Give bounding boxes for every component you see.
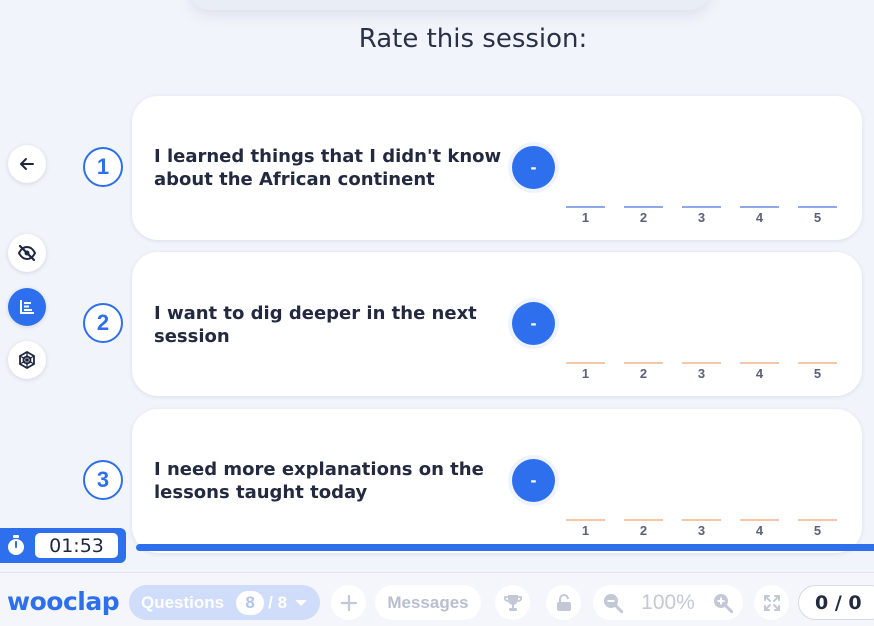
results-view-button[interactable] <box>8 288 46 326</box>
unlock-icon <box>556 593 571 611</box>
scale-item: 1 <box>566 519 605 538</box>
progress-bar <box>136 544 874 551</box>
hide-results-button[interactable] <box>8 234 46 272</box>
scale-item: 3 <box>682 362 721 381</box>
question-card-2: I want to dig deeper in the next session… <box>132 252 862 396</box>
scale-item: 3 <box>682 206 721 225</box>
question-text-1: I learned things that I didn't know abou… <box>154 146 502 190</box>
scale-item: 2 <box>624 206 663 225</box>
stopwatch-icon <box>8 535 24 555</box>
scale-label: 2 <box>639 210 648 225</box>
scale-label: 1 <box>581 366 590 381</box>
scale-item: 4 <box>740 519 779 538</box>
web-view-button[interactable] <box>8 341 46 379</box>
leaderboard-button[interactable] <box>495 585 530 620</box>
rating-scale-3: 1 2 3 4 5 <box>566 519 837 538</box>
add-question-button[interactable] <box>331 585 366 620</box>
scale-item: 4 <box>740 206 779 225</box>
scale-label: 3 <box>697 523 706 538</box>
scale-label: 1 <box>581 210 590 225</box>
wooclap-logo: wooclap <box>7 587 120 616</box>
scale-label: 5 <box>813 210 822 225</box>
scale-item: 1 <box>566 206 605 225</box>
arrow-left-icon <box>20 158 34 170</box>
rating-scale-2: 1 2 3 4 5 <box>566 362 837 381</box>
score-value: 0 / 0 <box>815 591 862 614</box>
answer-toggle-button-2[interactable]: - <box>512 302 555 345</box>
fullscreen-button[interactable] <box>754 585 789 620</box>
scale-label: 1 <box>581 523 590 538</box>
scale-item: 3 <box>682 519 721 538</box>
bar-chart-icon <box>20 300 34 314</box>
spider-web-icon <box>19 351 35 369</box>
questions-dropdown[interactable]: Questions 8 / 8 <box>129 585 320 620</box>
question-text-2: I want to dig deeper in the next session <box>154 303 477 347</box>
scale-item: 2 <box>624 519 663 538</box>
scale-label: 2 <box>639 366 648 381</box>
scale-label: 5 <box>813 523 822 538</box>
answer-toggle-button-3[interactable]: - <box>512 459 555 502</box>
scale-label: 3 <box>697 210 706 225</box>
back-button[interactable] <box>8 145 46 183</box>
participants-score[interactable]: 0 / 0 <box>798 585 874 620</box>
questions-current: 8 <box>236 590 265 615</box>
top-panel-shadow <box>190 0 710 10</box>
scale-label: 4 <box>755 366 764 381</box>
question-text-3: I need more explanations on the lessons … <box>154 459 484 503</box>
questions-total: / 8 <box>268 592 288 612</box>
scale-label: 4 <box>755 523 764 538</box>
scale-label: 3 <box>697 366 706 381</box>
question-number-2: 2 <box>83 303 123 343</box>
plus-icon <box>340 594 357 611</box>
question-number-3: 3 <box>83 460 123 500</box>
scale-label: 4 <box>755 210 764 225</box>
chevron-down-icon <box>295 598 307 606</box>
timer[interactable]: 01:53 <box>0 528 126 563</box>
scale-item: 5 <box>798 362 837 381</box>
question-number-1: 1 <box>83 147 123 187</box>
fullscreen-icon <box>763 594 780 611</box>
eye-slash-icon <box>17 244 37 262</box>
zoom-control: 100% <box>593 585 743 620</box>
messages-button[interactable]: Messages <box>375 585 481 620</box>
scale-item: 1 <box>566 362 605 381</box>
lock-button[interactable] <box>546 585 581 620</box>
trophy-icon <box>503 594 522 611</box>
scale-label: 2 <box>639 523 648 538</box>
question-card-1: I learned things that I didn't know abou… <box>132 96 862 240</box>
zoom-level: 100% <box>641 590 695 614</box>
answer-toggle-button-1[interactable]: - <box>512 146 555 189</box>
scale-item: 2 <box>624 362 663 381</box>
questions-label: Questions <box>141 592 225 612</box>
scale-item: 5 <box>798 519 837 538</box>
scale-item: 5 <box>798 206 837 225</box>
zoom-out-icon[interactable] <box>603 593 623 613</box>
scale-item: 4 <box>740 362 779 381</box>
timer-value: 01:53 <box>35 533 118 558</box>
bottom-toolbar: wooclap Questions 8 / 8 Messages 100% 0 … <box>0 572 874 626</box>
rating-scale-1: 1 2 3 4 5 <box>566 206 837 225</box>
page-title: Rate this session: <box>358 24 588 54</box>
scale-label: 5 <box>813 366 822 381</box>
question-card-3: I need more explanations on the lessons … <box>132 409 862 553</box>
zoom-in-icon[interactable] <box>713 593 733 613</box>
